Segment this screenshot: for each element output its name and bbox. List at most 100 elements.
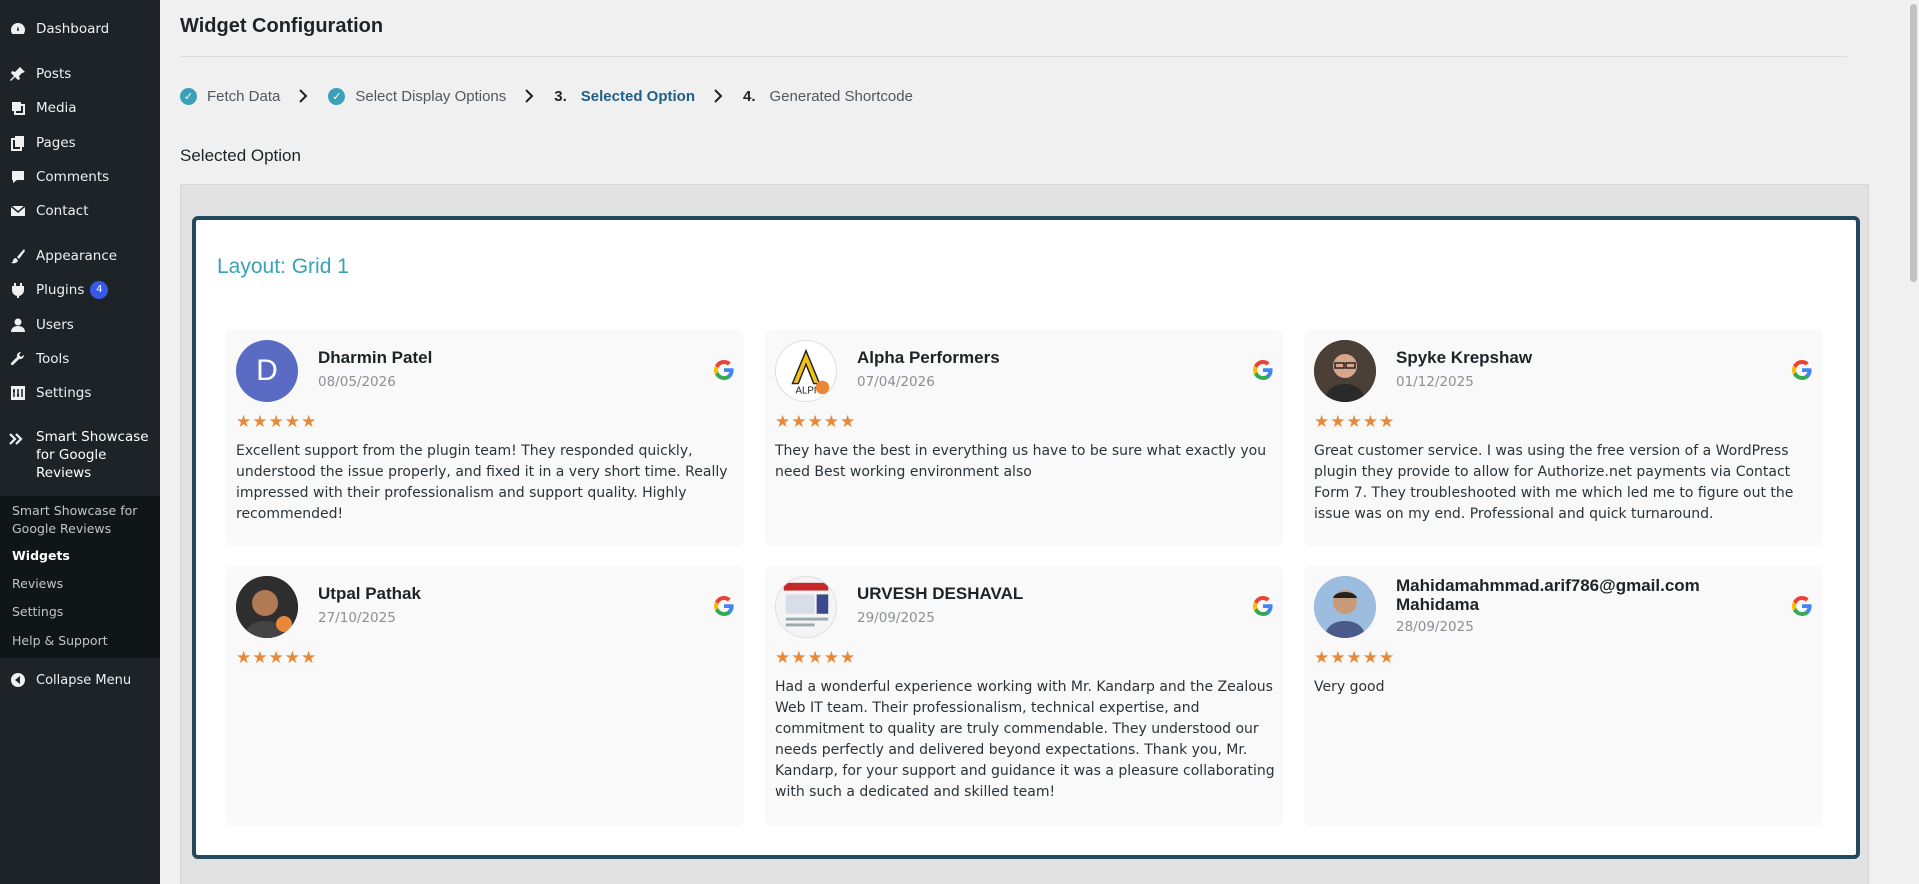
star-rating: ★★★★★: [1314, 412, 1396, 432]
sidebar-item-label: Pages: [36, 135, 76, 151]
preview-area: Layout: Grid 1 D Dharmin Patel 08/05/202…: [180, 184, 1869, 884]
title-divider: [180, 56, 1847, 57]
settings-icon: [8, 383, 28, 403]
stepper: ✓ Fetch Data ✓ Select Display Options 3.…: [180, 84, 913, 108]
comment-icon: [8, 167, 28, 187]
chevron-right-icon: [298, 89, 308, 103]
pages-icon: [8, 133, 28, 153]
main-content: Widget Configuration ✓ Fetch Data ✓ Sele…: [160, 0, 1908, 884]
step-label: Generated Shortcode: [769, 87, 913, 105]
step-label: Selected Option: [580, 87, 695, 105]
star-rating: ★★★★★: [236, 412, 318, 432]
google-icon: [1251, 594, 1275, 618]
sidebar-item-smart-showcase[interactable]: Smart Showcase for Google Reviews: [0, 424, 160, 496]
step-select-display-options[interactable]: ✓ Select Display Options: [328, 87, 507, 105]
reviewer-name: Mahidamahmmad.arif786@gmail.com Mahidama: [1396, 576, 1700, 614]
sidebar-item-users[interactable]: Users: [0, 311, 160, 339]
scrollbar-thumb[interactable]: [1910, 4, 1917, 282]
sidebar-item-dashboard[interactable]: Dashboard: [0, 15, 160, 43]
submenu-item-settings[interactable]: Settings: [12, 603, 152, 621]
sidebar-submenu: Smart Showcase for Google Reviews Widget…: [0, 496, 160, 658]
sidebar-item-label: Dashboard: [36, 21, 110, 37]
review-text: They have the best in everything us have…: [775, 443, 1267, 480]
person-photo-icon: [236, 576, 298, 638]
google-icon: [1790, 358, 1814, 382]
admin-sidebar: Dashboard Posts Media Pages Comments Con…: [0, 0, 160, 884]
star-rating: ★★★★★: [1314, 648, 1396, 668]
sidebar-item-label: Media: [36, 100, 77, 116]
sidebar-item-label: Users: [36, 317, 74, 333]
star-rating: ★★★★★: [775, 648, 857, 668]
review-date: 27/10/2025: [318, 610, 396, 626]
step-selected-option[interactable]: 3. Selected Option: [554, 88, 695, 105]
mail-icon: [8, 201, 28, 221]
step-fetch-data[interactable]: ✓ Fetch Data: [180, 87, 280, 105]
avatar: ALPI: [775, 340, 837, 402]
sidebar-item-comments[interactable]: Comments: [0, 163, 160, 191]
page-scrollbar[interactable]: [1908, 0, 1919, 884]
check-icon: ✓: [328, 87, 346, 105]
sidebar-item-appearance[interactable]: Appearance: [0, 242, 160, 270]
review-date: 07/04/2026: [857, 374, 935, 390]
sidebar-item-contact[interactable]: Contact: [0, 197, 160, 225]
page-title: Widget Configuration: [180, 15, 384, 37]
sidebar-item-label: Smart Showcase for Google Reviews: [36, 429, 149, 481]
sidebar-item-media[interactable]: Media: [0, 94, 160, 122]
step-label: Select Display Options: [355, 87, 507, 105]
check-icon: ✓: [180, 87, 197, 105]
review-card: URVESH DESHAVAL 29/09/2025 ★★★★★ Had a w…: [765, 566, 1283, 826]
chevron-right-icon: [524, 89, 534, 103]
sidebar-item-label: Posts: [36, 66, 72, 82]
step-number: 4.: [742, 87, 756, 105]
review-card: ALPI Alpha Performers 07/04/2026 ★★★★★ T…: [765, 330, 1283, 546]
star-rating: ★★★★★: [775, 412, 857, 432]
pin-icon: [8, 64, 28, 84]
collapse-menu-button[interactable]: Collapse Menu: [0, 666, 160, 694]
submenu-item-help-support[interactable]: Help & Support: [12, 632, 152, 650]
google-icon: [712, 358, 736, 382]
layout-title: Layout: Grid 1: [217, 255, 349, 278]
submenu-item-reviews[interactable]: Reviews: [12, 575, 152, 593]
person-photo-icon: [1314, 340, 1376, 402]
sidebar-item-label: Appearance: [36, 248, 118, 264]
step-generated-shortcode[interactable]: 4. Generated Shortcode: [743, 88, 913, 105]
update-count-badge: 4: [90, 281, 109, 299]
sidebar-item-settings[interactable]: Settings: [0, 379, 160, 407]
sidebar-item-label: Contact: [36, 203, 89, 219]
person-photo-icon: [1314, 576, 1376, 638]
submenu-item-widgets[interactable]: Widgets: [12, 547, 152, 565]
sidebar-item-plugins[interactable]: Plugins 4: [0, 276, 160, 304]
document-photo-icon: [776, 577, 836, 637]
review-text: Great customer service. I was using the …: [1314, 443, 1794, 522]
reviewer-name: Spyke Krepshaw: [1396, 348, 1533, 367]
company-logo-icon: ALPI: [791, 348, 830, 396]
user-icon: [8, 315, 28, 335]
sidebar-item-label: Comments: [36, 169, 110, 185]
collapse-menu-label: Collapse Menu: [36, 672, 132, 688]
review-date: 08/05/2026: [318, 374, 396, 390]
media-icon: [8, 98, 28, 118]
collapse-icon: [8, 670, 28, 690]
review-text: Very good: [1314, 679, 1385, 695]
reviewer-name: URVESH DESHAVAL: [857, 584, 1024, 603]
submenu-item-smart-showcase[interactable]: Smart Showcase for Google Reviews: [12, 502, 152, 538]
dashboard-icon: [8, 19, 28, 39]
section-title: Selected Option: [180, 146, 301, 165]
reviewer-name: Alpha Performers: [857, 348, 1000, 367]
layout-preview-card[interactable]: Layout: Grid 1 D Dharmin Patel 08/05/202…: [192, 216, 1860, 859]
avatar: D: [236, 340, 298, 402]
review-date: 01/12/2025: [1396, 374, 1474, 390]
review-card: Utpal Pathak 27/10/2025 ★★★★★: [226, 566, 744, 826]
sidebar-item-label: Tools: [36, 351, 70, 367]
avatar: [775, 576, 837, 638]
avatar: [1314, 340, 1376, 402]
google-icon: [1790, 594, 1814, 618]
review-text: Had a wonderful experience working with …: [775, 679, 1275, 800]
sidebar-item-posts[interactable]: Posts: [0, 60, 160, 88]
sidebar-item-tools[interactable]: Tools: [0, 345, 160, 373]
chevron-right-icon: [713, 89, 723, 103]
plugin-icon: [8, 280, 28, 300]
sidebar-item-pages[interactable]: Pages: [0, 129, 160, 157]
avatar: [236, 576, 298, 638]
sidebar-item-label: Plugins: [36, 282, 85, 298]
